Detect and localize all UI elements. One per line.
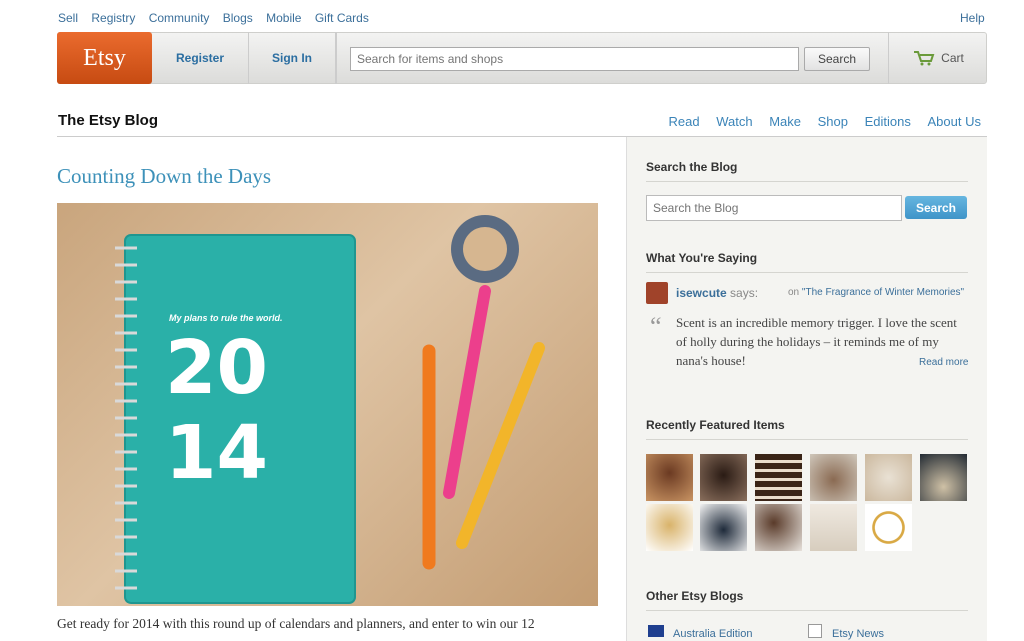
other-blog-australia[interactable]: Australia Edition [673,628,753,640]
planner-illustration: My plans to rule the world. 20 14 [115,215,545,604]
featured-item-thumb[interactable] [755,454,802,501]
other-blog-news[interactable]: Etsy News [832,628,884,640]
help-link[interactable]: Help [960,11,985,25]
featured-item-thumb[interactable] [700,454,747,501]
nav-giftcards-link[interactable]: Gift Cards [315,11,369,25]
featured-item-thumb[interactable] [865,454,912,501]
blog-search-heading: Search the Blog [646,160,738,174]
divider [646,610,968,611]
notebook-year-bottom: 14 [165,410,268,496]
nav-registry-link[interactable]: Registry [91,11,135,25]
comment-user[interactable]: isewcute [676,286,727,300]
notebook-year-top: 20 [165,325,268,411]
cart-icon [914,51,935,66]
etsy-logo[interactable]: Etsy [57,32,152,84]
comment-meta: isewcute says: [676,286,758,300]
comment-post-link[interactable]: "The Fragrance of Winter Memories" [802,287,964,298]
search-input[interactable] [350,47,799,71]
blog-nav-aboutus[interactable]: About Us [928,114,981,129]
divider [646,439,968,440]
divider [646,272,968,273]
featured-item-thumb[interactable] [755,504,802,551]
blog-nav-read[interactable]: Read [669,114,700,129]
blog-nav-editions[interactable]: Editions [865,114,911,129]
featured-item-thumb[interactable] [810,454,857,501]
cart-label: Cart [941,51,964,65]
news-icon [808,624,822,638]
signin-button[interactable]: Sign In [249,32,336,84]
blog-title[interactable]: The Etsy Blog [58,112,158,129]
featured-item-thumb[interactable] [865,504,912,551]
blog-nav-shop[interactable]: Shop [818,114,848,129]
nav-mobile-link[interactable]: Mobile [266,11,301,25]
post-excerpt: Get ready for 2014 with this round up of… [57,616,535,631]
blog-nav-make[interactable]: Make [769,114,801,129]
comment-on: on "The Fragrance of Winter Memories" [788,287,964,298]
featured-item-thumb[interactable] [810,504,857,551]
nav-community-link[interactable]: Community [149,11,210,25]
register-button[interactable]: Register [152,32,249,84]
read-more-link[interactable]: Read more [919,357,968,368]
other-blogs-heading: Other Etsy Blogs [646,589,744,603]
comment-on-label: on [788,287,800,298]
featured-item-thumb[interactable] [700,504,747,551]
notebook-tagline: My plans to rule the world. [169,313,283,323]
avatar[interactable] [646,282,668,304]
blog-nav: Read Watch Make Shop Editions About Us [656,114,981,129]
nav-sell-link[interactable]: Sell [58,11,78,25]
divider [646,181,968,182]
featured-heading: Recently Featured Items [646,418,785,432]
blog-search-input[interactable] [646,195,902,221]
comments-heading: What You're Saying [646,251,758,265]
cart-button[interactable]: Cart [890,32,987,84]
blog-search-button[interactable]: Search [905,196,967,219]
post-title[interactable]: Counting Down the Days [57,164,271,189]
featured-item-thumb[interactable] [646,504,693,551]
featured-item-thumb[interactable] [646,454,693,501]
comment-says: says: [730,286,759,300]
top-nav: Sell Registry Community Blogs Mobile Gif… [58,11,379,25]
post-image[interactable]: My plans to rule the world. 20 14 [57,203,598,606]
featured-item-thumb[interactable] [920,454,967,501]
blog-nav-watch[interactable]: Watch [716,114,752,129]
search-button[interactable]: Search [804,47,870,71]
australia-flag-icon [648,625,664,637]
nav-blogs-link[interactable]: Blogs [223,11,253,25]
quote-icon: “ [650,312,662,341]
